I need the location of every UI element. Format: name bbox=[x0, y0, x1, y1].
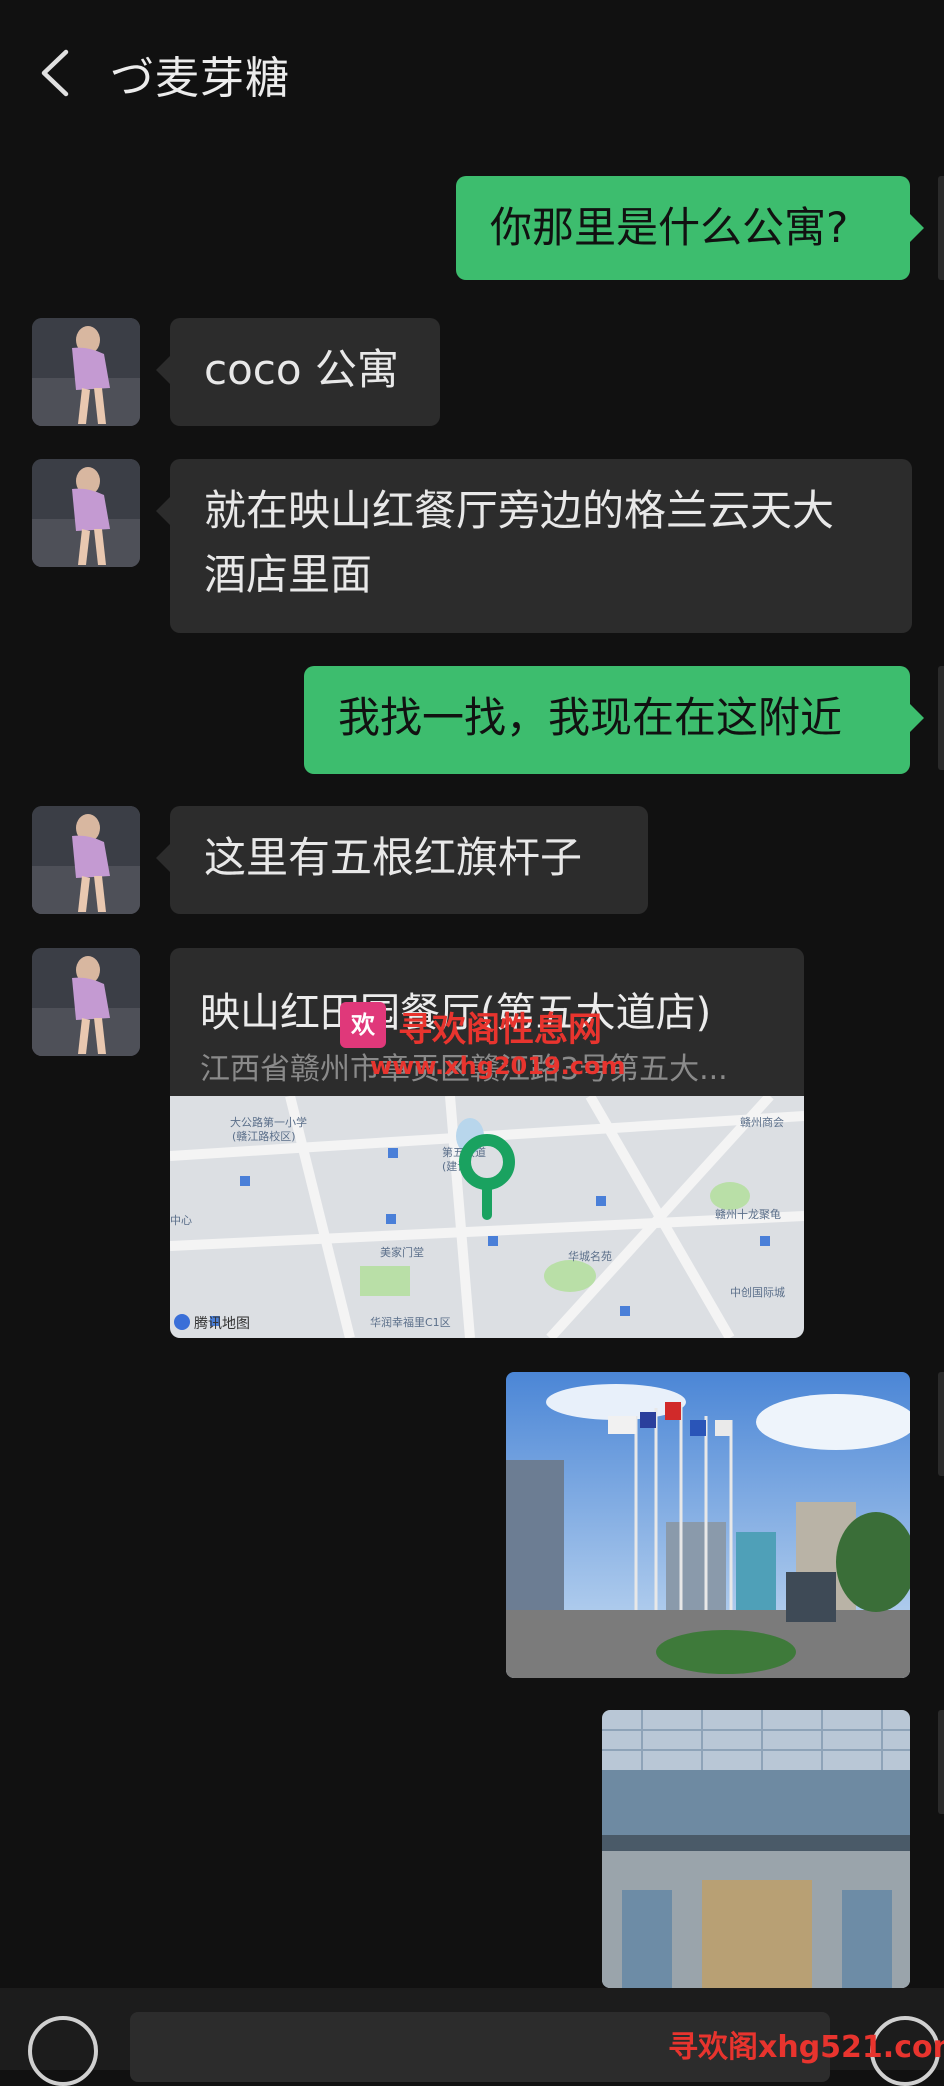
flagpoles-photo bbox=[506, 1372, 910, 1678]
message-bubble-outgoing[interactable]: 你那里是什么公寓? bbox=[456, 176, 924, 280]
avatar-photo bbox=[32, 318, 140, 426]
self-avatar[interactable] bbox=[938, 666, 944, 770]
message-bubble-incoming[interactable]: coco 公寓 bbox=[156, 318, 440, 426]
voice-icon[interactable] bbox=[28, 2016, 98, 2086]
image-message[interactable] bbox=[602, 1710, 910, 1988]
contact-avatar[interactable] bbox=[32, 459, 140, 567]
contact-avatar[interactable] bbox=[32, 948, 140, 1056]
message-text-line: 就在映山红餐厅旁边的格兰云天大 bbox=[204, 486, 835, 535]
self-avatar[interactable] bbox=[938, 1710, 944, 1814]
message-text: 我找一找，我现在在这附近 bbox=[338, 693, 843, 742]
map-label: 美家门堂 bbox=[380, 1245, 424, 1259]
location-name: 映山红田园餐厅(第五大道店) bbox=[200, 990, 712, 1036]
map-preview[interactable]: 大公路第一小学 (赣江路校区) 赣州商会 赣州十龙聚龟 中心 美家门堂 华城名苑… bbox=[170, 1096, 804, 1338]
self-avatar[interactable] bbox=[938, 1372, 944, 1476]
contact-avatar[interactable] bbox=[32, 318, 140, 426]
message-text: coco 公寓 bbox=[204, 345, 399, 394]
map-label: 中创国际城 bbox=[730, 1286, 785, 1299]
avatar-photo bbox=[32, 806, 140, 914]
message-bubble-incoming[interactable]: 这里有五根红旗杆子 bbox=[156, 806, 648, 914]
message-text: 你那里是什么公寓? bbox=[490, 203, 849, 252]
back-icon[interactable] bbox=[36, 48, 76, 98]
message-text: 这里有五根红旗杆子 bbox=[204, 833, 583, 882]
map-provider-name: 腾讯地图 bbox=[194, 1315, 250, 1332]
map-label: 华润幸福里C1区 bbox=[370, 1315, 451, 1329]
message-bubble-incoming[interactable]: 就在映山红餐厅旁边的格兰云天大 酒店里面 bbox=[156, 459, 912, 633]
map-label: 中心 bbox=[170, 1214, 192, 1227]
message-bubble-outgoing[interactable]: 我找一找，我现在在这附近 bbox=[304, 666, 924, 774]
location-address: 江西省赣州市章贡区赣江路3号第五大... bbox=[200, 1052, 728, 1087]
top-bar: づ麦芽糖 bbox=[0, 0, 944, 150]
avatar-photo bbox=[32, 459, 140, 567]
self-avatar[interactable] bbox=[938, 176, 944, 280]
map-label: 赣州十龙聚龟 bbox=[715, 1207, 781, 1221]
hotel-facade-photo bbox=[602, 1710, 910, 1988]
map-label: 华城名苑 bbox=[568, 1249, 612, 1263]
corner-watermark: 寻欢阁xhg521.com bbox=[668, 2030, 944, 2065]
avatar-photo bbox=[32, 948, 140, 1056]
image-message[interactable] bbox=[506, 1372, 910, 1678]
chat-title: づ麦芽糖 bbox=[110, 53, 290, 104]
location-message-card[interactable]: 映山红田园餐厅(第五大道店) 江西省赣州市章贡区赣江路3号第五大... 大公路第… bbox=[170, 948, 804, 1338]
map-label: 大公路第一小学 bbox=[230, 1115, 307, 1129]
map-label: 赣州商会 bbox=[740, 1115, 784, 1129]
map-label: (赣江路校区) bbox=[232, 1129, 296, 1143]
message-text-line: 酒店里面 bbox=[204, 550, 373, 599]
contact-avatar[interactable] bbox=[32, 806, 140, 914]
